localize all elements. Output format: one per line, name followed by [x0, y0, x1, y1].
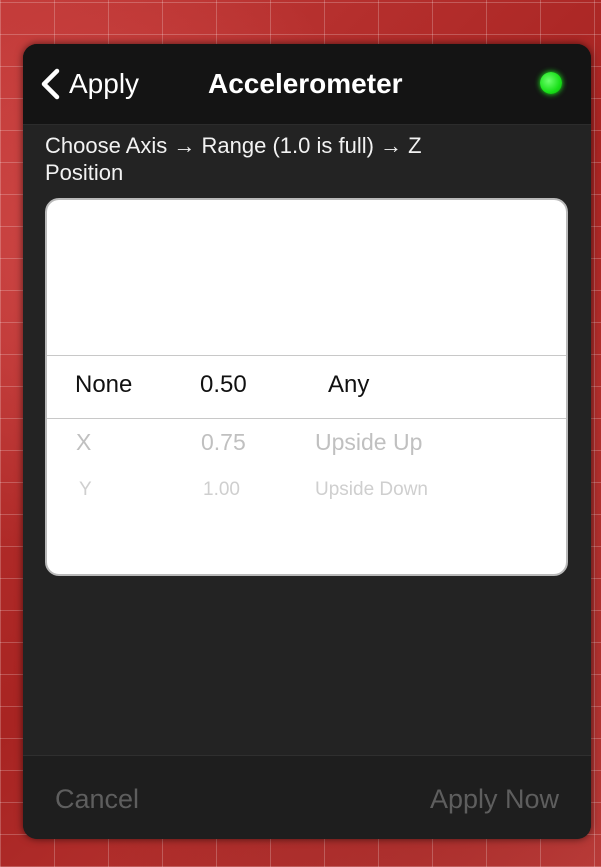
picker-range-option[interactable]: 1.00 — [203, 479, 240, 501]
picker-z-position-option[interactable]: Upside Down — [315, 479, 428, 501]
picker-axis-value[interactable]: None — [75, 371, 132, 399]
navigation-bar: Apply Accelerometer — [23, 44, 591, 125]
axis-range-position-picker[interactable]: None 0.50 Any X 0.75 Upside Up Y 1.00 Up… — [45, 198, 568, 576]
status-indicator — [540, 72, 562, 94]
instruction-text: Choose Axis → Range (1.0 is full) → Z Po… — [45, 133, 422, 185]
cancel-button[interactable]: Cancel — [55, 784, 139, 815]
accelerometer-dialog: Apply Accelerometer Choose Axis → Range … — [23, 44, 591, 839]
page-title: Accelerometer — [208, 68, 403, 99]
apply-now-button[interactable]: Apply Now — [430, 784, 559, 815]
back-button-label: Apply — [69, 68, 140, 99]
picker-range-option[interactable]: 0.75 — [201, 429, 246, 456]
picker-z-position-value[interactable]: Any — [328, 371, 369, 399]
picker-range-value[interactable]: 0.50 — [200, 371, 247, 399]
chevron-left-icon — [41, 68, 60, 100]
picker-axis-option[interactable]: Y — [79, 479, 92, 501]
dialog-footer: Cancel Apply Now — [23, 755, 591, 839]
picker-z-position-option[interactable]: Upside Up — [315, 429, 422, 456]
picker-axis-option[interactable]: X — [76, 429, 91, 456]
back-button[interactable]: Apply — [39, 66, 139, 102]
